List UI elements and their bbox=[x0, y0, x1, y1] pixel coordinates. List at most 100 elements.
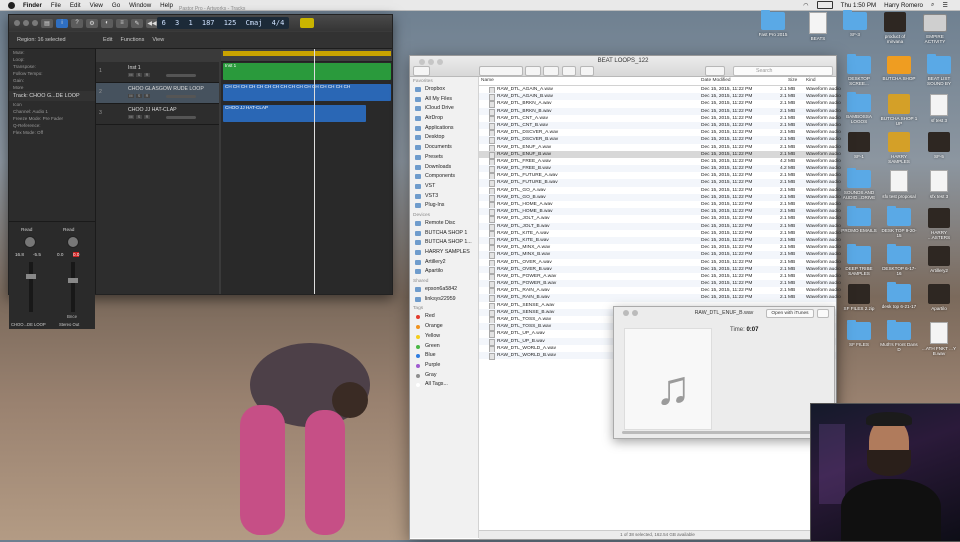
sidebar-item[interactable]: HARRY SAMPLES bbox=[410, 248, 478, 258]
desktop-icon[interactable]: HARRY SAMPLES bbox=[880, 132, 918, 164]
insp-transpose[interactable]: Transpose: bbox=[9, 63, 95, 70]
edit-menu[interactable]: Edit bbox=[103, 37, 112, 43]
file-row[interactable]: RAW_DTL_FREE_A.wav Dec 15, 2015, 11:22 PM… bbox=[479, 158, 841, 166]
mixer-button[interactable]: ≡ bbox=[116, 18, 128, 28]
channel-audio[interactable]: Channel: Audio 1 bbox=[9, 108, 95, 115]
desktop-icon[interactable]: DEEP TRIBE SAMPLES bbox=[840, 244, 878, 276]
open-with-itunes-button[interactable]: Open with iTunes bbox=[766, 309, 814, 318]
desktop-icon[interactable]: ...ATH FNKT ...Y B.wav bbox=[920, 322, 958, 356]
desktop-icon[interactable]: SF-1 bbox=[840, 132, 878, 159]
sidebar-item[interactable]: Apartilo bbox=[410, 267, 478, 277]
file-row[interactable]: RAW_DTL_KITE_A.wav Dec 15, 2015, 11:22 PM… bbox=[479, 230, 841, 238]
sidebar-item[interactable]: linksys22959 bbox=[410, 295, 478, 305]
file-row[interactable]: RAW_DTL_OVER_B.wav Dec 15, 2015, 11:22 PM… bbox=[479, 265, 841, 274]
sidebar-item[interactable]: Plug-Ins bbox=[410, 201, 478, 211]
quickhelp-button[interactable]: ? bbox=[71, 18, 83, 28]
desktop-icon[interactable]: desk top 6-21-17 bbox=[880, 282, 918, 309]
col-name[interactable]: Name bbox=[481, 78, 494, 83]
functions-menu[interactable]: Functions bbox=[120, 37, 144, 43]
col-size[interactable]: Size bbox=[788, 78, 797, 83]
minimize-icon[interactable] bbox=[23, 20, 29, 26]
track-header[interactable]: Track: CHOO G...DE LOOP bbox=[9, 91, 95, 101]
track-name[interactable]: CHOO JJ HAT-CLAP bbox=[128, 107, 177, 113]
view-menu[interactable]: View bbox=[152, 37, 164, 43]
lcd-display[interactable]: 6 3 1 187 125 Cmaj 4/4 bbox=[157, 17, 289, 29]
insp-gain[interactable]: Gain: bbox=[9, 77, 95, 84]
track-row[interactable]: 3 CHOO JJ HAT-CLAP MSR bbox=[96, 104, 219, 125]
menu-go[interactable]: Go bbox=[112, 2, 120, 9]
file-row[interactable]: RAW_DTL_KITE_B.wav Dec 15, 2015, 11:22 PM… bbox=[479, 236, 841, 245]
track-row[interactable]: 1 Inst 1 MSR bbox=[96, 62, 219, 83]
smartcontrols-button[interactable]: ◐ bbox=[101, 18, 113, 28]
arrange-area[interactable]: Inst 1 CH CH CH CH CH CH CH CH CH CH CH … bbox=[221, 62, 392, 294]
desktop-icon[interactable]: EMPIRE ACTIVITY bbox=[916, 12, 954, 44]
insp-mute[interactable]: Mute: bbox=[9, 49, 95, 56]
sidebar-item[interactable]: Artillery2 bbox=[410, 258, 478, 268]
fader-2[interactable] bbox=[68, 278, 78, 283]
desktop-icon[interactable]: PROMO EMAILS bbox=[840, 206, 878, 233]
solo-button[interactable]: S bbox=[136, 115, 142, 119]
audio-region-loop[interactable]: CH CH CH CH CH CH CH CH CH CH CH CH CH C… bbox=[223, 84, 391, 101]
desktop-icon[interactable]: BUTCHA SHOP bbox=[880, 56, 918, 81]
sidebar-item[interactable]: Red bbox=[410, 312, 478, 322]
read-mode-2[interactable]: Read bbox=[63, 228, 74, 233]
playback-scrubber[interactable] bbox=[622, 431, 827, 434]
sidebar-item[interactable]: BUTCHA SHOP 1... bbox=[410, 238, 478, 248]
desktop-icon[interactable]: SOUNDS AND AUDIO...DRIVE bbox=[840, 168, 878, 200]
file-row[interactable]: RAW_DTL_GO_A.wav Dec 15, 2015, 11:22 PM 2.… bbox=[479, 187, 841, 195]
desktop-icon[interactable]: DESKTOP 6-17-16 bbox=[880, 244, 918, 276]
sidebar-item[interactable]: Downloads bbox=[410, 163, 478, 173]
action-gear-icon[interactable] bbox=[543, 66, 559, 76]
desktop-icon[interactable]: product of mirvana bbox=[876, 12, 914, 44]
desktop-icon[interactable]: Apartilo bbox=[920, 284, 958, 311]
menu-file[interactable]: File bbox=[51, 2, 61, 9]
desktop-icon[interactable]: SF-3 bbox=[836, 10, 874, 37]
record-button[interactable]: R bbox=[144, 73, 150, 77]
file-row[interactable]: RAW_DTL_FREE_B.wav Dec 15, 2015, 11:22 PM… bbox=[479, 165, 841, 174]
desktop-icon[interactable]: Fast Pro 2015 bbox=[754, 10, 792, 37]
sidebar-item[interactable]: Green bbox=[410, 342, 478, 352]
fader-1[interactable] bbox=[26, 274, 36, 279]
sidebar-item[interactable]: All My Files bbox=[410, 95, 478, 105]
desktop-icon[interactable]: sf test 3 bbox=[920, 94, 958, 123]
dropbox-icon[interactable] bbox=[705, 66, 725, 76]
insp-follow-tempo[interactable]: Follow Tempo: bbox=[9, 70, 95, 77]
desktop-icon[interactable]: BEAT LIST SOUND BY bbox=[920, 54, 958, 86]
file-row[interactable]: RAW_DTL_FUTURE_B.wav Dec 15, 2015, 11:22 … bbox=[479, 179, 841, 188]
timeline-ruler[interactable] bbox=[221, 49, 392, 62]
desktop-icon[interactable]: BEATS bbox=[799, 12, 837, 41]
file-row[interactable]: RAW_DTL_DSCVER_B.wav Dec 15, 2015, 11:22 … bbox=[479, 136, 841, 145]
insp-loop[interactable]: Loop: bbox=[9, 56, 95, 63]
file-row[interactable]: RAW_DTL_AGAIN_B.wav Dec 15, 2015, 11:22 P… bbox=[479, 93, 841, 102]
file-row[interactable]: RAW_DTL_JOLT_A.wav Dec 15, 2015, 11:22 PM… bbox=[479, 215, 841, 224]
user-name[interactable]: Harry Romero bbox=[884, 2, 923, 9]
read-mode-1[interactable]: Read bbox=[21, 228, 32, 233]
desktop-icon[interactable]: BAMBOSSA LOGOS bbox=[840, 92, 878, 124]
share-icon[interactable] bbox=[817, 309, 829, 318]
library-button[interactable]: ▤ bbox=[41, 18, 53, 28]
sidebar-item[interactable]: Gray bbox=[410, 371, 478, 381]
track-row[interactable]: 2 CHOO GLASGOW RUDE LOOP MSR bbox=[96, 83, 219, 104]
file-row[interactable]: RAW_DTL_DSCVER_A.wav Dec 15, 2015, 11:22 … bbox=[479, 129, 841, 138]
menu-help[interactable]: Help bbox=[160, 2, 173, 9]
sidebar-item[interactable]: epson6a5842 bbox=[410, 285, 478, 295]
wifi-icon[interactable]: ◠ bbox=[803, 2, 808, 9]
file-row[interactable]: RAW_DTL_ENUF_A.wav Dec 15, 2015, 11:22 PM… bbox=[479, 144, 841, 152]
file-row[interactable]: RAW_DTL_RAIN_B.wav Dec 15, 2015, 11:22 PM… bbox=[479, 294, 841, 303]
record-button[interactable]: R bbox=[144, 115, 150, 119]
list-icon[interactable]: ☰ bbox=[942, 2, 948, 9]
file-row[interactable]: RAW_DTL_BRKN_A.wav Dec 15, 2015, 11:22 PM… bbox=[479, 100, 841, 109]
solo-button[interactable]: S bbox=[136, 73, 142, 77]
file-row[interactable]: RAW_DTL_BRKN_B.wav Dec 15, 2015, 11:22 PM… bbox=[479, 107, 841, 116]
file-row[interactable]: RAW_DTL_MINX_B.wav Dec 15, 2015, 11:22 PM… bbox=[479, 251, 841, 260]
sidebar-item[interactable]: Presets bbox=[410, 153, 478, 163]
desktop-icon[interactable]: DESK TOP 9-20-15 bbox=[880, 206, 918, 238]
spotlight-icon[interactable]: ⌕ bbox=[931, 1, 934, 9]
sidebar-item[interactable]: Desktop bbox=[410, 133, 478, 143]
file-row[interactable]: RAW_DTL_AGAIN_A.wav Dec 15, 2015, 11:22 P… bbox=[479, 86, 841, 94]
insp-more[interactable]: More bbox=[9, 84, 95, 91]
zoom-icon[interactable] bbox=[32, 20, 38, 26]
channel-icon[interactable]: Icon bbox=[9, 101, 95, 108]
file-row[interactable]: RAW_DTL_MINX_A.wav Dec 15, 2015, 11:22 PM… bbox=[479, 244, 841, 253]
file-row[interactable]: RAW_DTL_POWER_A.wav Dec 15, 2015, 11:22 P… bbox=[479, 273, 841, 281]
